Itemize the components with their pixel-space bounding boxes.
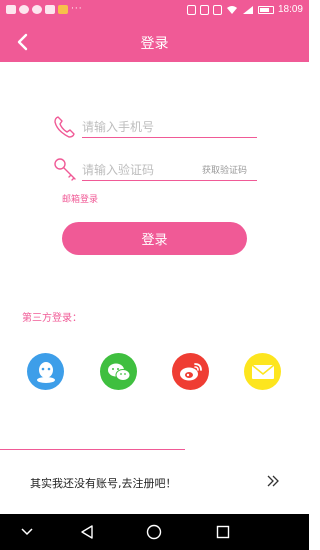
chevron-down-icon [21, 528, 33, 536]
divider [0, 449, 185, 450]
verification-code-input[interactable] [82, 160, 182, 180]
email-login-link[interactable]: 邮箱登录 [62, 192, 98, 205]
register-prompt: 其实我还没有账号,去注册吧！ [30, 477, 177, 490]
wechat-icon [107, 363, 130, 381]
third-party-login-label: 第三方登录： [22, 313, 82, 324]
weibo-login-button[interactable] [172, 353, 209, 390]
chat-notification-icon [19, 5, 29, 14]
badge-notification-icon [58, 5, 68, 14]
system-navigation-bar [0, 514, 309, 550]
square-recents-icon [216, 525, 230, 539]
weibo-icon [179, 362, 202, 380]
notification-icons: ··· [6, 5, 83, 14]
phone-icon [54, 116, 75, 138]
app-notification-icon [32, 5, 42, 14]
notification-icon [6, 5, 16, 14]
mail-icon [250, 363, 275, 379]
verification-code-field: 获取验证码 [82, 159, 257, 181]
register-link[interactable]: 其实我还没有账号,去注册吧！ [0, 466, 309, 500]
triangle-back-icon [81, 525, 93, 539]
qq-icon [36, 361, 55, 383]
battery-icon [257, 5, 274, 14]
double-chevron-right-icon [267, 475, 279, 487]
vibrate-icon [199, 4, 209, 15]
system-status-icons: 18:09 [186, 4, 303, 15]
nfc-icon [186, 4, 196, 15]
nav-back-button[interactable] [78, 523, 96, 541]
alert-notification-icon [45, 5, 55, 14]
login-button[interactable]: 登录 [62, 222, 247, 255]
phone-field [82, 116, 257, 138]
key-icon [54, 158, 76, 181]
phone-input[interactable] [82, 117, 257, 137]
circle-home-icon [146, 524, 162, 540]
wifi-icon [226, 5, 237, 14]
nav-home-button[interactable] [145, 523, 163, 541]
get-code-button[interactable]: 获取验证码 [202, 163, 247, 176]
status-time: 18:09 [277, 4, 303, 15]
hide-nav-button[interactable] [18, 523, 36, 541]
app-header: 登录 [0, 22, 309, 62]
wechat-login-button[interactable] [100, 353, 137, 390]
signal-icon [242, 5, 253, 14]
alarm-icon [212, 4, 222, 15]
email-login-button[interactable] [244, 353, 281, 390]
more-notifications-icon: ··· [71, 4, 83, 14]
page-title: 登录 [140, 36, 169, 52]
qq-login-button[interactable] [27, 353, 64, 390]
nav-recents-button[interactable] [214, 523, 232, 541]
status-bar: ··· 18:09 [0, 0, 309, 22]
